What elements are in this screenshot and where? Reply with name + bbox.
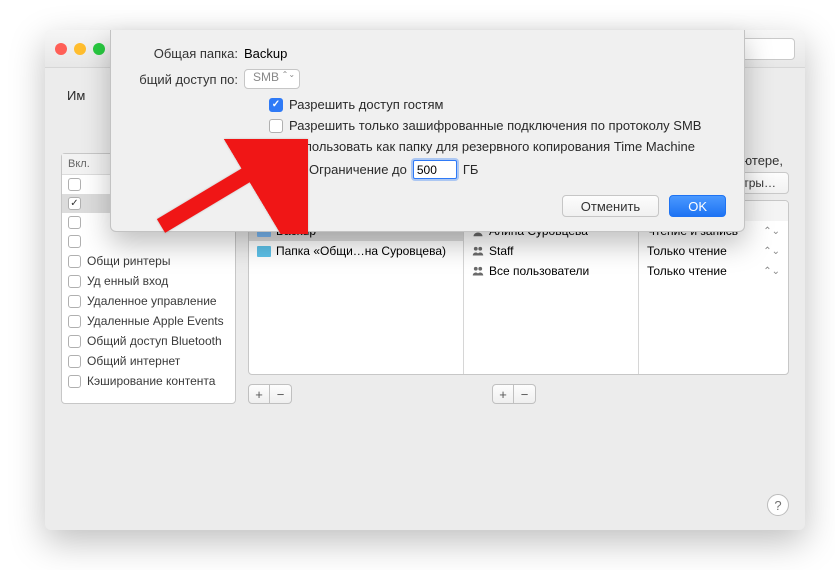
checkbox-icon[interactable]	[68, 295, 81, 308]
cancel-button[interactable]: Отменить	[562, 195, 659, 217]
option-label-post: ГБ	[463, 162, 479, 177]
zoom-icon[interactable]	[93, 43, 105, 55]
encrypted-smb-option[interactable]: Разрешить только зашифрованные подключен…	[269, 118, 726, 133]
service-row[interactable]	[62, 232, 235, 251]
service-row[interactable]: Кэширование контента	[62, 371, 235, 391]
checkbox-icon[interactable]	[68, 315, 81, 328]
service-label: Общий интернет	[87, 354, 180, 368]
preferences-window: ‹ › Общий доступ Поиск Им Вкл. Общи ринт…	[45, 30, 805, 530]
group-icon	[472, 245, 484, 257]
checkbox-icon[interactable]	[68, 355, 81, 368]
permission-row[interactable]: Только чтение ⌃⌄	[639, 241, 788, 261]
permission-row[interactable]: Только чтение ⌃⌄	[639, 261, 788, 281]
service-row[interactable]: Уд енный вход	[62, 271, 235, 291]
service-label: Удаленное управление	[87, 294, 217, 308]
chevron-updown-icon: ⌃⌄	[763, 226, 780, 237]
checkbox-icon[interactable]	[68, 375, 81, 388]
traffic-lights	[55, 43, 105, 55]
checkbox-icon[interactable]	[269, 98, 283, 112]
remove-user-button[interactable]: −	[514, 384, 536, 404]
option-label: Разрешить доступ гостям	[289, 97, 443, 112]
service-label: Общий доступ Bluetooth	[87, 334, 222, 348]
permission-label: Только чтение	[647, 244, 727, 258]
help-button[interactable]: ?	[767, 494, 789, 516]
size-limit-option[interactable]: Ограничение до ГБ	[289, 160, 726, 179]
option-label: Использовать как папку для резервного ко…	[289, 139, 695, 154]
checkbox-icon[interactable]	[269, 140, 283, 154]
share-protocol-select[interactable]: SMB	[244, 69, 300, 89]
user-row[interactable]: Все пользователи	[464, 261, 638, 281]
checkbox-icon[interactable]	[68, 216, 81, 229]
remove-folder-button[interactable]: −	[270, 384, 292, 404]
service-row[interactable]: Удаленное управление	[62, 291, 235, 311]
service-row[interactable]: Общи ринтеры	[62, 251, 235, 271]
checkbox-icon[interactable]	[269, 119, 283, 133]
ok-button[interactable]: OK	[669, 195, 726, 217]
permission-label: Только чтение	[647, 264, 727, 278]
service-row[interactable]: Удаленные Apple Events	[62, 311, 235, 331]
checkbox-icon[interactable]	[68, 255, 81, 268]
folder-label: Папка «Общи…на Суровцева)	[276, 244, 446, 258]
chevron-updown-icon: ⌃⌄	[763, 246, 780, 257]
folder-name-value: Backup	[244, 46, 287, 61]
service-label: Кэширование контента	[87, 374, 215, 388]
option-label-pre: Ограничение до	[309, 162, 407, 177]
checkbox-icon[interactable]	[68, 235, 81, 248]
share-over-label: бщий доступ по:	[129, 72, 244, 87]
service-label: Уд енный вход	[87, 274, 168, 288]
checkbox-icon[interactable]	[68, 178, 81, 191]
service-label: Удаленные Apple Events	[87, 314, 224, 328]
folder-options-sheet: Общая папка: Backup бщий доступ по: SMB …	[110, 30, 745, 232]
group-icon	[472, 265, 484, 277]
option-label: Разрешить только зашифрованные подключен…	[289, 118, 701, 133]
user-label: Все пользователи	[489, 264, 589, 278]
add-user-button[interactable]: +	[492, 384, 514, 404]
checkbox-icon[interactable]	[68, 335, 81, 348]
checkbox-icon[interactable]	[289, 163, 303, 177]
service-row[interactable]: Общий интернет	[62, 351, 235, 371]
minimize-icon[interactable]	[74, 43, 86, 55]
close-icon[interactable]	[55, 43, 67, 55]
folder-name-label: Общая папка:	[129, 46, 244, 61]
chevron-updown-icon: ⌃⌄	[763, 266, 780, 277]
checkbox-icon[interactable]	[68, 197, 81, 210]
user-label: Staff	[489, 244, 513, 258]
folders-add-remove: + −	[248, 384, 292, 404]
time-machine-option[interactable]: Использовать как папку для резервного ко…	[269, 139, 726, 154]
checkbox-icon[interactable]	[68, 275, 81, 288]
add-folder-button[interactable]: +	[248, 384, 270, 404]
user-row[interactable]: Staff	[464, 241, 638, 261]
users-add-remove: + −	[492, 384, 536, 404]
folder-icon	[257, 246, 271, 257]
service-label: Общи ринтеры	[87, 254, 170, 268]
guest-access-option[interactable]: Разрешить доступ гостям	[269, 97, 726, 112]
size-limit-input[interactable]	[413, 160, 457, 179]
service-row[interactable]: Общий доступ Bluetooth	[62, 331, 235, 351]
folder-row[interactable]: Папка «Общи…на Суровцева)	[249, 241, 463, 261]
